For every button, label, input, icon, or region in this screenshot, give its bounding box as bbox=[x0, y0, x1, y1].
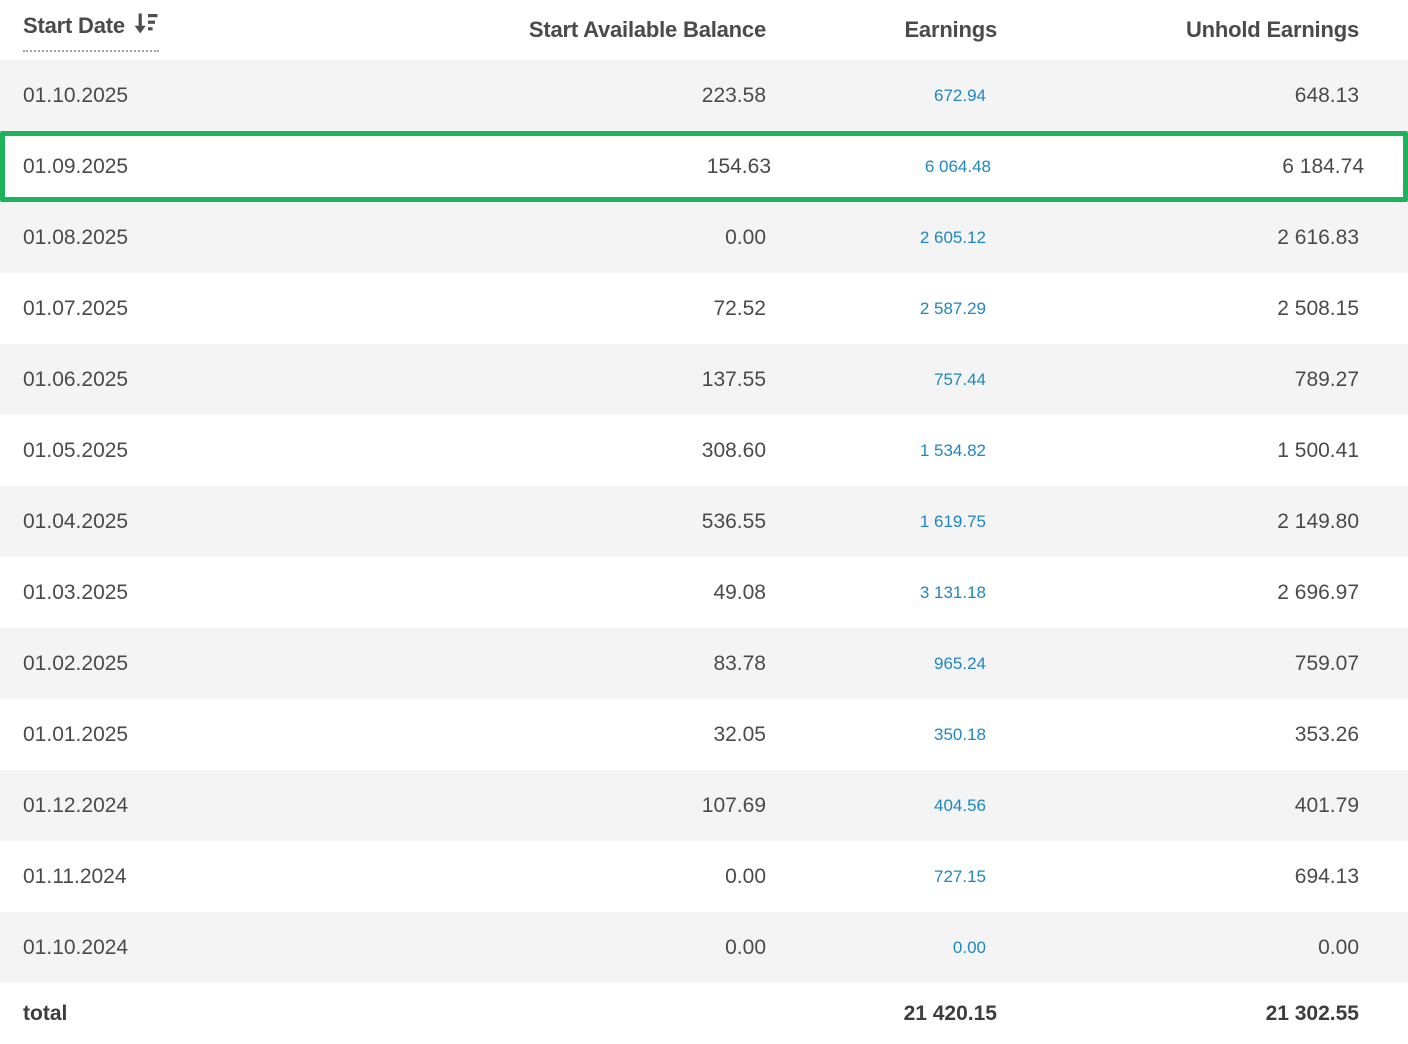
column-header-unhold-earnings: Unhold Earnings bbox=[997, 17, 1359, 43]
total-unhold-earnings-value: 21 302.55 bbox=[997, 1002, 1359, 1026]
table-row: 01.04.2025 536.55 1 619.75 2 149.80 bbox=[0, 486, 1408, 557]
column-header-start-date: Start Date bbox=[0, 9, 470, 52]
unhold-earnings-cell: 648.13 bbox=[997, 84, 1359, 108]
earnings-link[interactable]: 404.56 bbox=[766, 796, 997, 816]
start-available-balance-cell: 137.55 bbox=[470, 368, 766, 392]
table-row: 01.09.2025 154.63 6 064.48 6 184.74 bbox=[0, 131, 1408, 202]
table-row: 01.06.2025 137.55 757.44 789.27 bbox=[0, 344, 1408, 415]
start-date-cell: 01.05.2025 bbox=[0, 439, 470, 463]
earnings-link[interactable]: 2 605.12 bbox=[766, 228, 997, 248]
total-earnings-value: 21 420.15 bbox=[766, 1002, 997, 1026]
start-available-balance-cell: 223.58 bbox=[470, 84, 766, 108]
total-label: total bbox=[0, 1002, 470, 1026]
earnings-link[interactable]: 0.00 bbox=[766, 938, 997, 958]
table-row: 01.07.2025 72.52 2 587.29 2 508.15 bbox=[0, 273, 1408, 344]
start-date-cell: 01.02.2025 bbox=[0, 652, 470, 676]
column-header-start-available-balance: Start Available Balance bbox=[470, 17, 766, 43]
unhold-earnings-cell: 2 696.97 bbox=[997, 581, 1359, 605]
start-available-balance-cell: 536.55 bbox=[470, 510, 766, 534]
table-row: 01.05.2025 308.60 1 534.82 1 500.41 bbox=[0, 415, 1408, 486]
table-row: 01.10.2025 223.58 672.94 648.13 bbox=[0, 60, 1408, 131]
table-row: 01.02.2025 83.78 965.24 759.07 bbox=[0, 628, 1408, 699]
earnings-table: Start Date Start Available Balance Earn bbox=[0, 0, 1408, 1044]
start-available-balance-cell: 83.78 bbox=[470, 652, 766, 676]
unhold-earnings-cell: 353.26 bbox=[997, 723, 1359, 747]
earnings-link[interactable]: 1 619.75 bbox=[766, 512, 997, 532]
earnings-link[interactable]: 2 587.29 bbox=[766, 299, 997, 319]
start-date-cell: 01.03.2025 bbox=[0, 581, 470, 605]
earnings-link[interactable]: 350.18 bbox=[766, 725, 997, 745]
start-date-cell: 01.10.2025 bbox=[0, 84, 470, 108]
earnings-link[interactable]: 672.94 bbox=[766, 86, 997, 106]
unhold-earnings-cell: 2 149.80 bbox=[997, 510, 1359, 534]
unhold-earnings-cell: 759.07 bbox=[997, 652, 1359, 676]
unhold-earnings-cell: 694.13 bbox=[997, 865, 1359, 889]
unhold-earnings-cell: 1 500.41 bbox=[997, 439, 1359, 463]
earnings-link[interactable]: 727.15 bbox=[766, 867, 997, 887]
table-row: 01.11.2024 0.00 727.15 694.13 bbox=[0, 841, 1408, 912]
unhold-earnings-cell: 0.00 bbox=[997, 936, 1359, 960]
start-available-balance-cell: 49.08 bbox=[470, 581, 766, 605]
start-date-header-label: Start Date bbox=[23, 13, 125, 39]
unhold-earnings-cell: 6 184.74 bbox=[1002, 155, 1364, 179]
start-available-balance-cell: 154.63 bbox=[475, 155, 771, 179]
unhold-earnings-cell: 401.79 bbox=[997, 794, 1359, 818]
unhold-earnings-cell: 2 616.83 bbox=[997, 226, 1359, 250]
table-row: 01.01.2025 32.05 350.18 353.26 bbox=[0, 699, 1408, 770]
table-row: 01.12.2024 107.69 404.56 401.79 bbox=[0, 770, 1408, 841]
table-row: 01.10.2024 0.00 0.00 0.00 bbox=[0, 912, 1408, 983]
column-header-earnings: Earnings bbox=[766, 17, 997, 43]
start-date-cell: 01.12.2024 bbox=[0, 794, 470, 818]
table-header-row: Start Date Start Available Balance Earn bbox=[0, 0, 1408, 60]
total-row: total 21 420.15 21 302.55 bbox=[0, 983, 1408, 1044]
start-date-cell: 01.04.2025 bbox=[0, 510, 470, 534]
start-available-balance-cell: 0.00 bbox=[470, 865, 766, 889]
start-available-balance-cell: 0.00 bbox=[470, 226, 766, 250]
earnings-link[interactable]: 3 131.18 bbox=[766, 583, 997, 603]
start-available-balance-cell: 107.69 bbox=[470, 794, 766, 818]
start-date-cell: 01.09.2025 bbox=[5, 155, 475, 179]
start-date-cell: 01.08.2025 bbox=[0, 226, 470, 250]
start-date-cell: 01.11.2024 bbox=[0, 865, 470, 889]
start-date-cell: 01.06.2025 bbox=[0, 368, 470, 392]
table-row: 01.08.2025 0.00 2 605.12 2 616.83 bbox=[0, 202, 1408, 273]
start-date-cell: 01.10.2024 bbox=[0, 936, 470, 960]
start-available-balance-cell: 308.60 bbox=[470, 439, 766, 463]
start-available-balance-cell: 0.00 bbox=[470, 936, 766, 960]
sort-descending-icon bbox=[132, 11, 159, 44]
earnings-link[interactable]: 1 534.82 bbox=[766, 441, 997, 461]
table-row: 01.03.2025 49.08 3 131.18 2 696.97 bbox=[0, 557, 1408, 628]
unhold-earnings-cell: 789.27 bbox=[997, 368, 1359, 392]
earnings-link[interactable]: 965.24 bbox=[766, 654, 997, 674]
start-available-balance-cell: 72.52 bbox=[470, 297, 766, 321]
table-body: 01.10.2025 223.58 672.94 648.13 01.09.20… bbox=[0, 60, 1408, 983]
start-available-balance-cell: 32.05 bbox=[470, 723, 766, 747]
earnings-link[interactable]: 757.44 bbox=[766, 370, 997, 390]
earnings-link[interactable]: 6 064.48 bbox=[771, 157, 1002, 177]
start-date-cell: 01.07.2025 bbox=[0, 297, 470, 321]
start-date-cell: 01.01.2025 bbox=[0, 723, 470, 747]
unhold-earnings-cell: 2 508.15 bbox=[997, 297, 1359, 321]
start-date-sort-control[interactable]: Start Date bbox=[23, 9, 159, 52]
